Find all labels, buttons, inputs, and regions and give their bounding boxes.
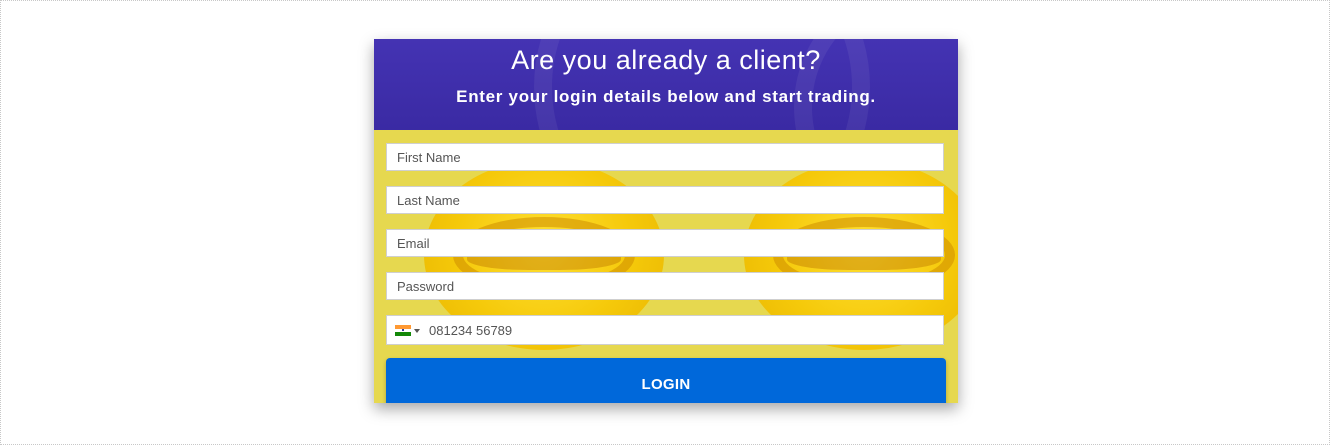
page-frame: Are you already a client? Enter your log…: [0, 0, 1330, 445]
card-header: Are you already a client? Enter your log…: [374, 39, 958, 130]
card-headline: Are you already a client?: [511, 45, 821, 75]
login-button[interactable]: LOGIN: [386, 358, 946, 403]
phone-field: [386, 315, 945, 345]
first-name-input[interactable]: [386, 143, 944, 171]
last-name-input[interactable]: [386, 186, 944, 214]
chevron-down-icon[interactable]: [414, 329, 420, 333]
login-form: LOGIN: [374, 130, 958, 403]
email-input[interactable]: [386, 229, 944, 257]
password-input[interactable]: [386, 272, 944, 300]
india-flag-icon[interactable]: [395, 325, 411, 336]
login-card: Are you already a client? Enter your log…: [374, 39, 958, 403]
card-subheadline: Enter your login details below and start…: [456, 87, 876, 106]
phone-input[interactable]: [423, 316, 945, 344]
